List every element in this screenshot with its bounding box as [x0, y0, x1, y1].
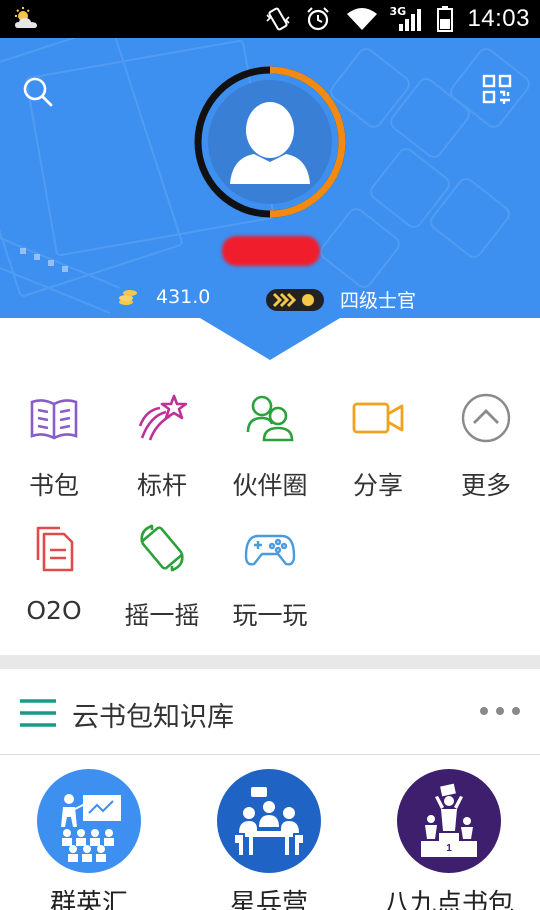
- menu-item-label: 书包: [28, 471, 79, 500]
- status-bar: 3G 14:03: [0, 0, 540, 38]
- kb-item-bajiudian[interactable]: 1 八九点书包: [374, 769, 524, 910]
- meeting-icon: [217, 769, 321, 873]
- coin-balance: 431.0: [118, 286, 210, 308]
- alarm-icon: [307, 7, 330, 31]
- podium-icon: 1: [397, 769, 501, 873]
- menu-item-label: O2O: [26, 596, 82, 625]
- video-camera-icon: [352, 402, 404, 434]
- qr-code-icon: [482, 74, 512, 104]
- knowledge-base-row: 群英汇 星兵营 1 八九点书包: [0, 755, 540, 910]
- avatar[interactable]: [194, 66, 346, 218]
- menu-item-benchmark[interactable]: 标杆: [108, 380, 216, 500]
- rank-label: 四级士官: [340, 290, 417, 312]
- search-button[interactable]: [20, 74, 56, 110]
- profile-stats: 431.0 四级士官: [0, 286, 540, 318]
- kb-item-label: 群英汇: [49, 889, 128, 910]
- menu-item-partners[interactable]: 伙伴圈: [216, 380, 324, 500]
- more-options-button[interactable]: [478, 703, 522, 719]
- section-divider: [0, 655, 540, 669]
- qr-code-button[interactable]: [482, 74, 512, 106]
- menu-item-games[interactable]: 玩一玩: [216, 510, 324, 630]
- gamepad-icon: [244, 534, 296, 566]
- coin-icon: [119, 290, 137, 305]
- section-title: 云书包知识库: [72, 702, 234, 733]
- menu-item-label: 标杆: [136, 471, 187, 500]
- kb-item-label: 八九点书包: [383, 889, 514, 910]
- menu-item-shake[interactable]: 摇一摇: [108, 510, 216, 630]
- coin-value: 431.0: [156, 286, 211, 308]
- menu-item-label: 更多: [460, 471, 511, 500]
- vibrate-icon: [266, 7, 291, 31]
- menu-item-label: 伙伴圈: [232, 471, 308, 500]
- kb-item-xingbingying[interactable]: 星兵营: [194, 769, 344, 910]
- more-dots-icon: [480, 707, 520, 715]
- menu-item-label: 玩一玩: [232, 601, 308, 630]
- menu-item-book[interactable]: 书包: [0, 380, 108, 500]
- menu-item-more[interactable]: 更多: [432, 380, 540, 500]
- rank: 四级士官: [266, 286, 416, 313]
- menu-item-label: 分享: [352, 471, 403, 500]
- profile-header: 431.0 四级士官: [0, 38, 540, 360]
- section-header: 云书包知识库: [0, 669, 540, 755]
- document-copy-icon: [36, 526, 74, 572]
- menu-item-share[interactable]: 分享: [324, 380, 432, 500]
- username-redacted: [222, 236, 320, 266]
- shake-phone-icon: [140, 524, 184, 572]
- partners-icon: [246, 395, 294, 442]
- presentation-icon: [37, 769, 141, 873]
- kb-item-qunyinghui[interactable]: 群英汇: [14, 769, 164, 910]
- chevron-up-circle-icon: [461, 393, 511, 443]
- clock: 14:03: [467, 5, 530, 32]
- menu-item-o2o[interactable]: O2O: [0, 510, 108, 630]
- list-icon: [20, 699, 56, 727]
- rank-badge-icon: [266, 288, 324, 311]
- kb-item-label: 星兵营: [229, 889, 308, 910]
- menu-item-label: 摇一摇: [124, 601, 200, 630]
- svg-text:1: 1: [446, 843, 452, 854]
- wifi-icon: [347, 8, 378, 30]
- shooting-star-icon: [138, 394, 188, 441]
- search-icon: [23, 77, 53, 107]
- battery-icon: [437, 6, 454, 32]
- signal-icon: 3G: [389, 5, 423, 33]
- book-icon: [30, 399, 78, 440]
- weather-icon: [15, 7, 37, 28]
